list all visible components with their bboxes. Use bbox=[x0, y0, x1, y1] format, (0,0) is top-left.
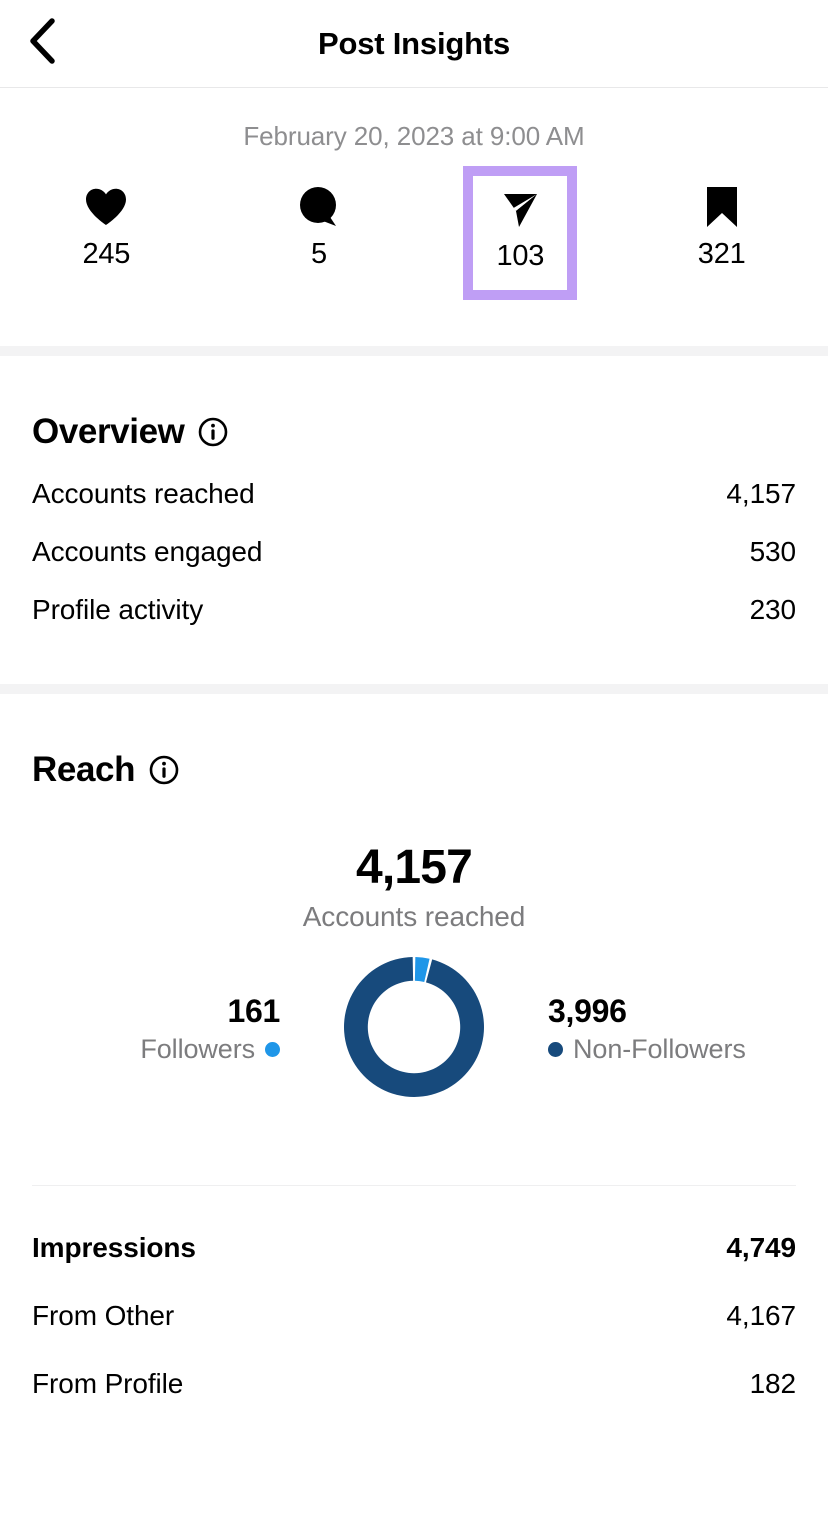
legend-non-followers: 3,996 Non-Followers bbox=[548, 993, 746, 1065]
stat-saves[interactable]: 321 bbox=[615, 166, 828, 271]
metric-value: 182 bbox=[749, 1368, 797, 1399]
metric-value: 4,749 bbox=[726, 1232, 796, 1263]
stat-value: 103 bbox=[496, 240, 545, 272]
metric-value: 4,167 bbox=[726, 1300, 796, 1331]
reach-donut-chart: 161 Followers 3,996 Non-Followers bbox=[32, 951, 796, 1123]
heart-icon bbox=[84, 184, 128, 230]
metric-value: 230 bbox=[749, 594, 797, 625]
stat-value: 321 bbox=[697, 238, 746, 270]
metric-row[interactable]: From Profile 182 bbox=[32, 1332, 796, 1400]
legend-dot-followers bbox=[265, 1042, 280, 1057]
metric-label: Impressions bbox=[32, 1232, 196, 1263]
comment-icon bbox=[298, 184, 340, 230]
post-insights-screen: Post Insights February 20, 2023 at 9:00 … bbox=[0, 0, 828, 1526]
stat-shares[interactable]: 103 bbox=[463, 166, 578, 300]
legend-dot-non-followers bbox=[548, 1042, 563, 1057]
info-circle-icon[interactable] bbox=[149, 755, 179, 785]
section-separator bbox=[0, 346, 828, 356]
chevron-left-icon bbox=[27, 18, 57, 69]
stat-comments[interactable]: 5 bbox=[213, 166, 426, 271]
page-title: Post Insights bbox=[317, 25, 511, 61]
metric-label: Profile activity bbox=[32, 594, 204, 625]
engagement-stats-row: 245 5 103 321 bbox=[0, 166, 828, 316]
metric-row[interactable]: Accounts engaged 530 bbox=[32, 510, 796, 568]
metric-label: From Profile bbox=[32, 1368, 184, 1399]
donut-slice-non-followers bbox=[344, 957, 484, 1097]
donut-graphic bbox=[338, 951, 490, 1103]
metric-label: Accounts engaged bbox=[32, 536, 263, 567]
section-title: Reach bbox=[32, 750, 136, 789]
share-icon bbox=[499, 186, 541, 232]
back-button[interactable] bbox=[14, 16, 70, 72]
reach-total-label: Accounts reached bbox=[302, 901, 526, 932]
section-title: Overview bbox=[32, 412, 185, 451]
post-timestamp: February 20, 2023 at 9:00 AM bbox=[243, 121, 585, 151]
impressions-total-row[interactable]: Impressions 4,749 bbox=[32, 1186, 796, 1264]
legend-followers: 161 Followers bbox=[140, 993, 280, 1065]
navbar: Post Insights bbox=[0, 0, 828, 88]
stat-likes[interactable]: 245 bbox=[0, 166, 213, 271]
stat-value: 245 bbox=[82, 238, 131, 270]
reach-total-value: 4,157 bbox=[355, 841, 473, 894]
metric-row[interactable]: Accounts reached 4,157 bbox=[32, 452, 796, 510]
legend-value: 161 bbox=[227, 993, 281, 1029]
metric-label: Accounts reached bbox=[32, 478, 255, 509]
metric-row[interactable]: Profile activity 230 bbox=[32, 568, 796, 626]
stat-value: 5 bbox=[311, 238, 327, 270]
reach-header: Reach bbox=[32, 694, 796, 790]
bookmark-icon bbox=[704, 184, 740, 230]
metric-row[interactable]: From Other 4,167 bbox=[32, 1264, 796, 1332]
metric-value: 530 bbox=[749, 536, 797, 567]
info-circle-icon[interactable] bbox=[198, 417, 228, 447]
section-separator bbox=[0, 684, 828, 694]
legend-value: 3,996 bbox=[548, 993, 627, 1029]
metric-value: 4,157 bbox=[726, 478, 796, 509]
metric-label: From Other bbox=[32, 1300, 175, 1331]
legend-label: Non-Followers bbox=[573, 1034, 746, 1064]
overview-header: Overview bbox=[32, 356, 796, 452]
overview-section: Overview Accounts reached 4,157 Accounts… bbox=[0, 356, 828, 626]
reach-section: Reach 4,157 Accounts reached 161 Followe… bbox=[0, 694, 828, 1400]
legend-label: Followers bbox=[140, 1034, 255, 1064]
